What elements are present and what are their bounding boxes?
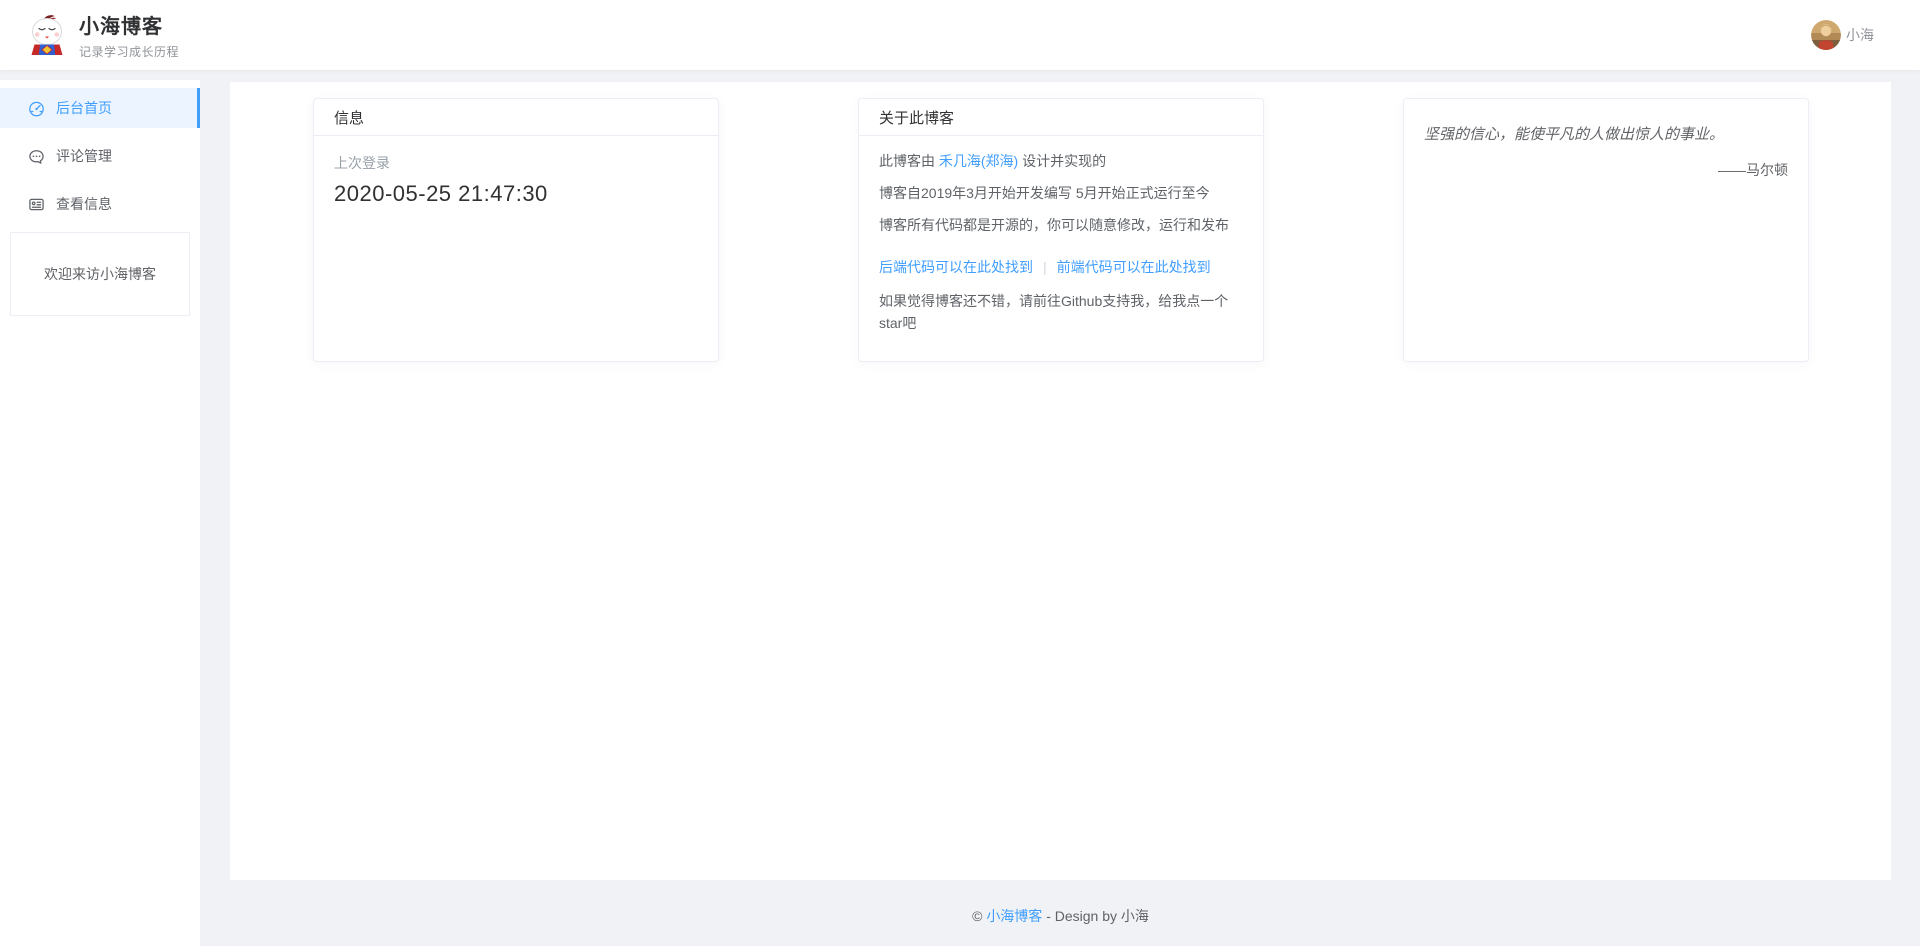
main-content: 信息 上次登录 2020-05-25 21:47:30 关于此博客 此博客由 禾… bbox=[230, 82, 1891, 880]
about-line-1-suffix: 设计并实现的 bbox=[1018, 153, 1106, 169]
sidebar-item-label: 查看信息 bbox=[56, 194, 112, 214]
backend-code-link[interactable]: 后端代码可以在此处找到 bbox=[879, 259, 1033, 275]
info-card-title: 信息 bbox=[314, 99, 718, 136]
chat-bubble-icon bbox=[28, 148, 45, 165]
quote-text: 坚强的信心，能使平凡的人做出惊人的事业。 bbox=[1424, 123, 1788, 147]
header: 小海博客 记录学习成长历程 小海 bbox=[0, 0, 1920, 70]
footer-brand-link[interactable]: 小海博客 bbox=[986, 908, 1042, 924]
sidebar-item-comments[interactable]: 评论管理 bbox=[0, 136, 200, 176]
footer: © 小海博客 - Design by 小海 bbox=[230, 880, 1891, 946]
brand-text: 小海博客 记录学习成长历程 bbox=[79, 10, 179, 60]
sidebar-item-view-info[interactable]: 查看信息 bbox=[0, 184, 200, 224]
user-name: 小海 bbox=[1846, 25, 1874, 45]
welcome-box: 欢迎来访小海博客 bbox=[10, 232, 190, 316]
footer-design-by: - Design by bbox=[1042, 908, 1121, 924]
footer-author: 小海 bbox=[1121, 908, 1149, 924]
about-card: 关于此博客 此博客由 禾几海(郑海) 设计并实现的 博客自2019年3月开始开发… bbox=[858, 98, 1264, 362]
postcard-icon bbox=[28, 196, 45, 213]
user-menu[interactable]: 小海 bbox=[1811, 20, 1892, 50]
about-line-5: 如果觉得博客还不错，请前往Github支持我，给我点一个star吧 bbox=[879, 290, 1243, 334]
designer-link[interactable]: 禾几海(郑海) bbox=[939, 153, 1018, 169]
links-separator: | bbox=[1043, 259, 1047, 275]
footer-copyright: © bbox=[972, 908, 986, 924]
about-line-3: 博客所有代码都是开源的，你可以随意修改，运行和发布 bbox=[879, 214, 1243, 236]
info-card: 信息 上次登录 2020-05-25 21:47:30 bbox=[313, 98, 719, 362]
about-line-2: 博客自2019年3月开始开发编写 5月开始正式运行至今 bbox=[879, 182, 1243, 204]
welcome-text: 欢迎来访小海博客 bbox=[44, 264, 156, 284]
sidebar-item-dashboard[interactable]: 后台首页 bbox=[0, 88, 200, 128]
brand-title: 小海博客 bbox=[79, 10, 179, 39]
sidebar-item-label: 后台首页 bbox=[56, 98, 112, 118]
frontend-code-link[interactable]: 前端代码可以在此处找到 bbox=[1057, 259, 1211, 275]
about-line-1-prefix: 此博客由 bbox=[879, 153, 939, 169]
quote-card: 坚强的信心，能使平凡的人做出惊人的事业。 ——马尔顿 bbox=[1403, 98, 1809, 362]
info-card-body: 上次登录 2020-05-25 21:47:30 bbox=[314, 136, 718, 224]
sidebar: 后台首页 评论管理 查看信息 欢迎来访小海博客 bbox=[0, 80, 200, 946]
brand-subtitle: 记录学习成长历程 bbox=[79, 43, 179, 60]
last-login-label: 上次登录 bbox=[334, 153, 698, 173]
about-line-1: 此博客由 禾几海(郑海) 设计并实现的 bbox=[879, 150, 1243, 172]
blog-logo-icon bbox=[28, 14, 66, 56]
quote-card-body: 坚强的信心，能使平凡的人做出惊人的事业。 ——马尔顿 bbox=[1404, 99, 1808, 200]
quote-author: ——马尔顿 bbox=[1424, 160, 1788, 180]
odometer-icon bbox=[28, 100, 45, 117]
sidebar-item-label: 评论管理 bbox=[56, 146, 112, 166]
brand: 小海博客 记录学习成长历程 bbox=[28, 10, 179, 60]
cards-row: 信息 上次登录 2020-05-25 21:47:30 关于此博客 此博客由 禾… bbox=[313, 98, 1809, 362]
about-card-body: 此博客由 禾几海(郑海) 设计并实现的 博客自2019年3月开始开发编写 5月开… bbox=[859, 136, 1263, 358]
about-card-title: 关于此博客 bbox=[859, 99, 1263, 136]
last-login-value: 2020-05-25 21:47:30 bbox=[334, 181, 698, 207]
about-code-links: 后端代码可以在此处找到 | 前端代码可以在此处找到 bbox=[879, 256, 1243, 278]
user-avatar bbox=[1811, 20, 1841, 50]
